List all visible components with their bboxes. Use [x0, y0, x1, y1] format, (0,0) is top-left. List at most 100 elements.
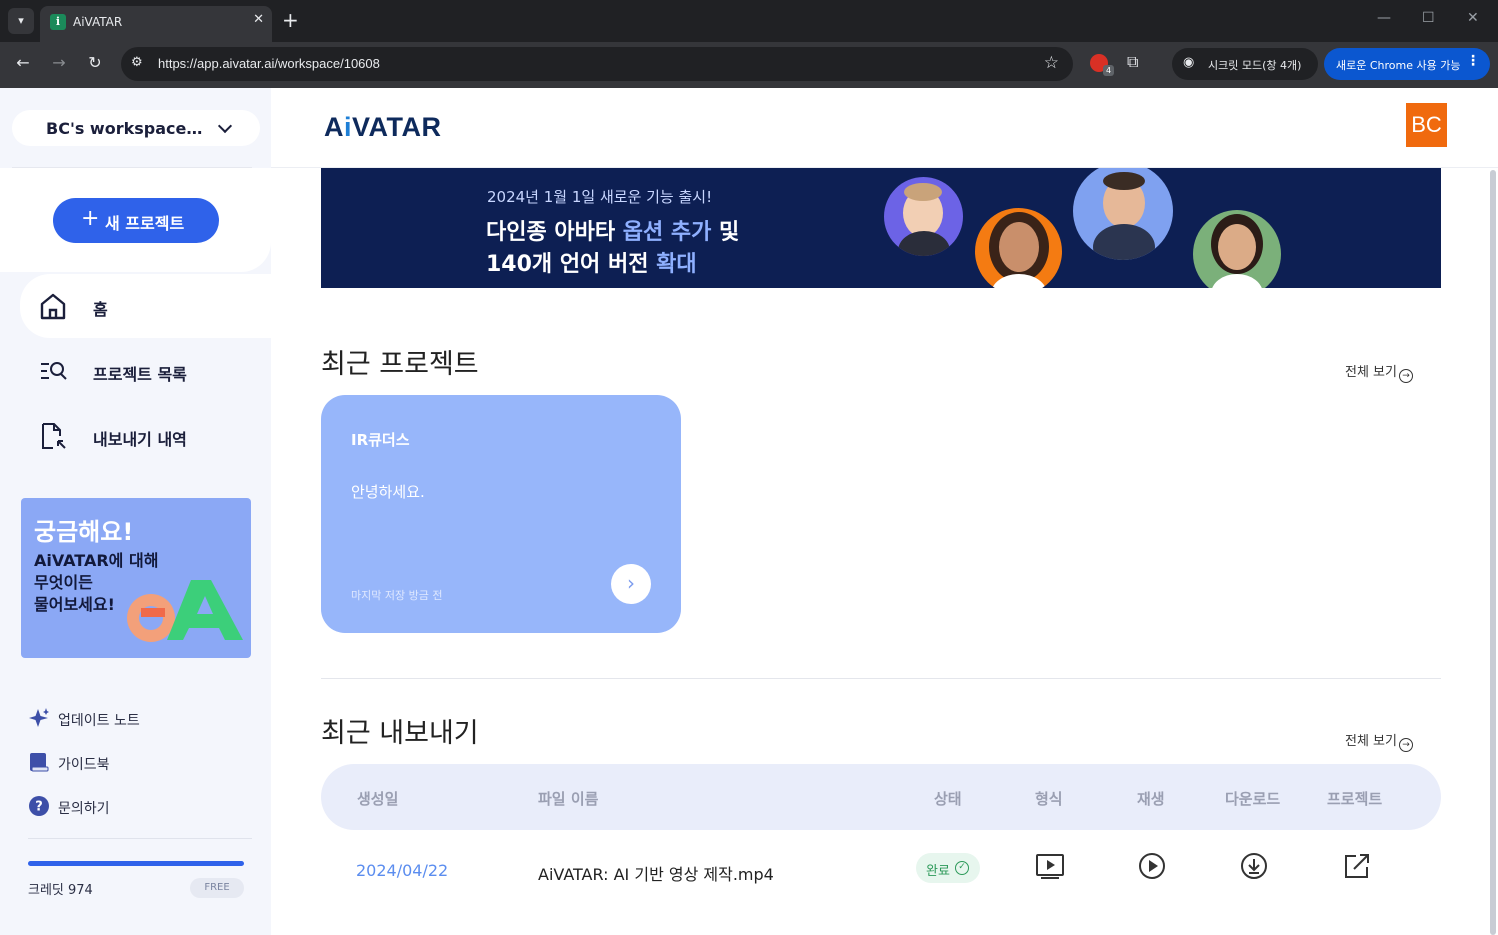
- browser-tab-bar: ▾ i AiVATAR ✕ + — ☐ ✕: [0, 0, 1498, 42]
- minimize-icon[interactable]: —: [1377, 10, 1391, 26]
- promo-text: 140개 언어 버전: [486, 252, 657, 277]
- play-icon[interactable]: [1137, 851, 1167, 881]
- section-divider: [321, 678, 1441, 679]
- promo-headline-line1: 다인종 아바타 옵션 추가 및: [486, 214, 739, 246]
- promo-highlight: 확대: [656, 252, 697, 277]
- open-project-icon[interactable]: [1342, 851, 1372, 881]
- download-icon[interactable]: [1239, 851, 1269, 881]
- user-avatar[interactable]: BC: [1406, 103, 1447, 147]
- promo-text: 다인종 아바타: [486, 220, 623, 245]
- project-saved-time: 마지막 저장 방금 전: [351, 589, 443, 602]
- status-badge: 완료 ✓: [916, 853, 980, 883]
- chrome-update-label: 새로운 Chrome 사용 가능: [1336, 59, 1461, 72]
- workspace-select[interactable]: BC's workspace…: [12, 110, 260, 146]
- aivatar-favicon-icon: i: [50, 14, 66, 30]
- guidebook-link[interactable]: 가이드북: [28, 751, 110, 775]
- site-settings-icon[interactable]: ⚙: [131, 55, 143, 70]
- project-name: IR큐더스: [351, 431, 410, 449]
- incognito-label: 시크릿 모드(창 4개): [1208, 59, 1302, 72]
- avatar-portrait-1: [884, 177, 963, 256]
- recent-projects-title: 최근 프로젝트: [321, 349, 479, 380]
- export-date: 2024/04/22: [356, 861, 449, 880]
- bookmark-star-icon[interactable]: ☆: [1044, 53, 1059, 73]
- main-content: AiVATAR BC 2024년 1월 1일 새로운 기능 출시! 다인종 아바…: [271, 88, 1498, 935]
- qa-banner[interactable]: 궁금해요! AiVATAR에 대해 무엇이든 물어보세요!: [21, 498, 251, 658]
- address-bar[interactable]: ⚙ https://app.aivatar.ai/workspace/10608…: [121, 47, 1073, 81]
- arrow-right-circle-icon: →: [1398, 369, 1413, 383]
- divider: [28, 838, 252, 839]
- logo-text: A: [324, 112, 344, 142]
- sidebar: BC's workspace… + 새 프로젝트 홈 프로젝트 목록 내보내기 …: [0, 88, 271, 935]
- chevron-right-icon[interactable]: ›: [611, 564, 651, 604]
- tab-search-button[interactable]: ▾: [8, 8, 34, 34]
- plan-badge[interactable]: FREE: [190, 878, 244, 898]
- sidebar-item-label: 내보내기 내역: [93, 430, 187, 449]
- forward-icon[interactable]: →: [48, 53, 70, 72]
- extension-badge: 4: [1103, 65, 1114, 76]
- scrollbar[interactable]: [1490, 170, 1496, 935]
- browser-tab[interactable]: i AiVATAR ✕: [40, 6, 272, 42]
- video-format-icon[interactable]: [1035, 851, 1065, 881]
- credit-progress-bar: [28, 861, 244, 866]
- column-header-play[interactable]: 재생: [1137, 788, 1165, 809]
- check-circle-icon: ✓: [955, 861, 969, 875]
- exports-table-header: 생성일 파일 이름 상태 형식 재생 다운로드 프로젝트: [321, 764, 1441, 830]
- incognito-indicator[interactable]: ◉ 시크릿 모드(창 4개): [1172, 48, 1318, 80]
- column-header-filename[interactable]: 파일 이름: [538, 788, 598, 809]
- chrome-menu-icon[interactable]: ⋮: [1466, 53, 1480, 69]
- promo-subtitle: 2024년 1월 1일 새로운 기능 출시!: [487, 188, 713, 206]
- avatar-portrait-3: [1073, 168, 1173, 260]
- new-project-label: 새 프로젝트: [105, 214, 185, 233]
- extension-icon[interactable]: 4: [1090, 54, 1114, 76]
- extensions-puzzle-icon[interactable]: ⧉: [1127, 52, 1145, 71]
- table-row: 2024/04/22 AiVATAR: AI 기반 영상 제작.mp4 완료 ✓: [321, 848, 1441, 892]
- aivatar-logo[interactable]: AiVATAR: [324, 112, 442, 143]
- footer-link-label: 문의하기: [58, 801, 110, 817]
- reload-icon[interactable]: ↻: [84, 53, 106, 72]
- project-card[interactable]: IR큐더스 안녕하세요. 마지막 저장 방금 전 ›: [321, 395, 681, 633]
- sidebar-item-label: 홈: [93, 300, 108, 319]
- column-header-status[interactable]: 상태: [934, 788, 962, 809]
- recent-projects-see-all[interactable]: 전체 보기 →: [1345, 361, 1413, 383]
- back-icon[interactable]: ←: [12, 53, 34, 72]
- credit-label: 크레딧 974: [28, 883, 93, 898]
- tab-title: AiVATAR: [73, 15, 123, 29]
- url-text[interactable]: https://app.aivatar.ai/workspace/10608: [158, 56, 380, 71]
- qa-banner-title: 궁금해요!: [34, 518, 134, 546]
- new-project-button[interactable]: + 새 프로젝트: [53, 198, 219, 243]
- promo-headline-line2: 140개 언어 버전 확대: [486, 246, 697, 278]
- tab-close-icon[interactable]: ✕: [253, 12, 264, 27]
- export-history-icon: [42, 423, 66, 449]
- maximize-icon[interactable]: ☐: [1422, 10, 1435, 26]
- question-icon: ?: [29, 796, 49, 816]
- recent-exports-see-all[interactable]: 전체 보기 →: [1345, 730, 1413, 752]
- home-icon: [40, 293, 66, 320]
- recent-exports-title: 최근 내보내기: [321, 718, 479, 749]
- chrome-update-button[interactable]: 새로운 Chrome 사용 가능 ⋮: [1324, 48, 1490, 80]
- chevron-down-icon: [217, 118, 233, 134]
- see-all-label: 전체 보기: [1345, 734, 1397, 749]
- avatar-portrait-4: [1193, 210, 1281, 288]
- update-notes-link[interactable]: 업데이트 노트: [28, 707, 140, 731]
- column-header-download[interactable]: 다운로드: [1225, 788, 1280, 809]
- svg-text:?: ?: [35, 800, 43, 815]
- see-all-label: 전체 보기: [1345, 365, 1397, 380]
- sidebar-item-label: 프로젝트 목록: [93, 365, 187, 384]
- promo-highlight: 옵션 추가: [622, 220, 712, 245]
- column-header-project[interactable]: 프로젝트: [1327, 788, 1382, 809]
- incognito-icon: ◉: [1183, 55, 1195, 70]
- avatar-portrait-2: [975, 208, 1062, 288]
- column-header-date[interactable]: 생성일: [357, 788, 398, 809]
- new-tab-button[interactable]: +: [282, 8, 299, 32]
- promo-banner[interactable]: 2024년 1월 1일 새로운 기능 출시! 다인종 아바타 옵션 추가 및 1…: [321, 168, 1441, 288]
- export-file-name: AiVATAR: AI 기반 영상 제작.mp4: [538, 865, 774, 884]
- book-icon: [30, 753, 49, 772]
- plus-icon: +: [81, 206, 100, 231]
- footer-link-label: 업데이트 노트: [58, 713, 140, 729]
- arrow-right-circle-icon: →: [1398, 738, 1413, 752]
- logo-text: i: [344, 112, 353, 142]
- contact-link[interactable]: ? 문의하기: [28, 795, 110, 819]
- column-header-format[interactable]: 형식: [1035, 788, 1063, 809]
- window-close-icon[interactable]: ✕: [1467, 10, 1479, 26]
- qa-illustration-icon: [127, 580, 243, 642]
